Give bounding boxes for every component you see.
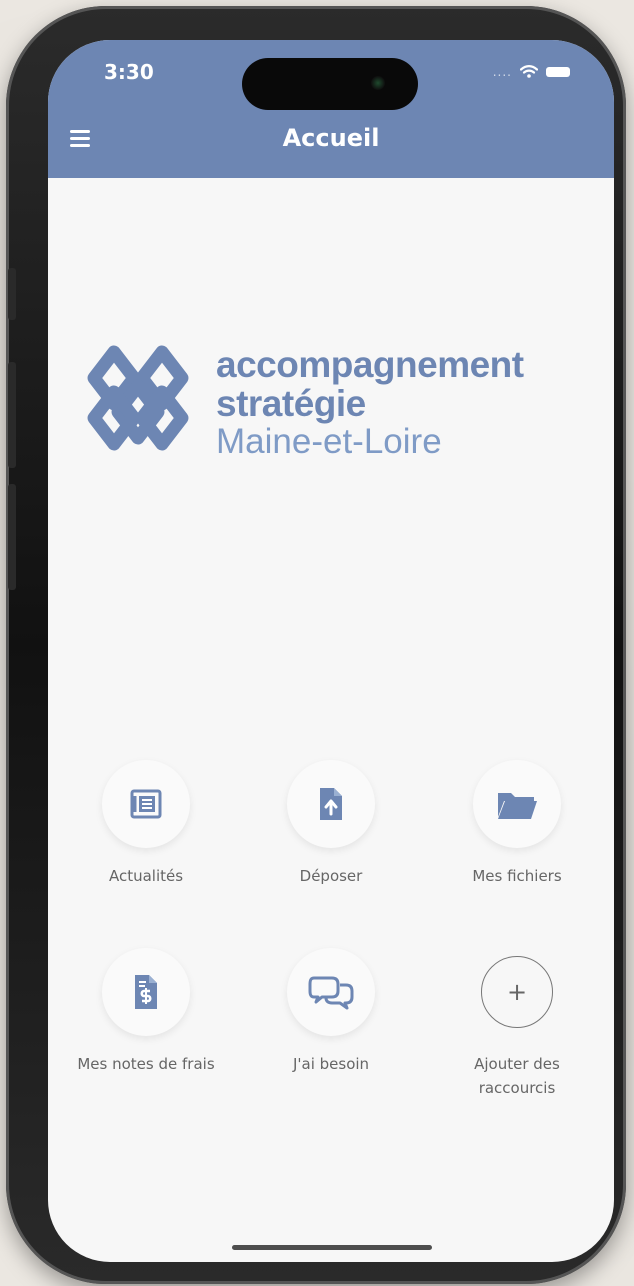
camera-icon xyxy=(371,76,385,90)
dynamic-island xyxy=(242,58,418,110)
upload-document-icon xyxy=(320,788,342,820)
page-title: Accueil xyxy=(282,124,380,152)
shortcut-label: Ajouter des raccourcis xyxy=(474,1055,560,1097)
shortcut-icon-bg xyxy=(102,760,190,848)
shortcut-mes-notes-de-frais[interactable]: Mes notes de frais xyxy=(71,948,221,1076)
shortcut-ajouter-des-raccourcis[interactable]: + Ajouter des raccourcis xyxy=(442,948,592,1100)
logo-line-accompagnement: accompagnement xyxy=(216,344,524,385)
status-time: 3:30 xyxy=(104,60,154,84)
shortcut-mes-fichiers[interactable]: Mes fichiers xyxy=(442,760,592,888)
shortcut-icon-bg xyxy=(287,760,375,848)
shortcut-icon-bg: + xyxy=(473,948,561,1036)
header-bar: 3:30 .... Accueil xyxy=(48,40,614,178)
shortcut-label: J'ai besoin xyxy=(292,1055,370,1073)
logo-mark-icon xyxy=(87,345,189,451)
shortcut-icon-bg xyxy=(102,948,190,1036)
shortcut-label: Actualités xyxy=(108,867,184,885)
logo: accompagnement stratégie Maine-et-Loire xyxy=(86,344,586,464)
signal-icon: .... xyxy=(492,65,512,79)
shortcut-deposer[interactable]: Déposer xyxy=(256,760,406,888)
side-button xyxy=(8,362,16,468)
side-button xyxy=(8,484,16,590)
logo-line-strategie: stratégie xyxy=(216,382,366,424)
wifi-icon xyxy=(520,65,538,78)
shortcut-label: Mes fichiers xyxy=(472,867,562,885)
shortcut-icon-bg xyxy=(473,760,561,848)
chat-bubbles-icon xyxy=(308,976,354,1010)
shortcut-label: Déposer xyxy=(299,867,363,885)
phone-frame: 3:30 .... Accueil accompagnement stratég… xyxy=(6,6,626,1284)
shortcut-label: Mes notes de frais xyxy=(77,1055,215,1073)
home-indicator[interactable] xyxy=(232,1245,432,1250)
shortcuts-grid: Actualités Déposer Mes fichiers Mes note… xyxy=(48,760,614,1160)
side-button xyxy=(8,268,16,320)
expense-note-icon xyxy=(135,975,157,1009)
newspaper-icon xyxy=(130,789,162,819)
shortcut-icon-bg xyxy=(287,948,375,1036)
app-screen: 3:30 .... Accueil accompagnement stratég… xyxy=(48,40,614,1262)
folder-icon xyxy=(498,793,537,819)
status-indicators: .... xyxy=(493,62,570,82)
battery-icon xyxy=(546,67,570,77)
logo-text: accompagnement stratégie Maine-et-Loire xyxy=(216,344,524,461)
shortcut-j-ai-besoin[interactable]: J'ai besoin xyxy=(256,948,406,1076)
logo-line-region: Maine-et-Loire xyxy=(216,421,442,461)
plus-icon[interactable]: + xyxy=(481,956,553,1028)
shortcut-actualites[interactable]: Actualités xyxy=(71,760,221,888)
